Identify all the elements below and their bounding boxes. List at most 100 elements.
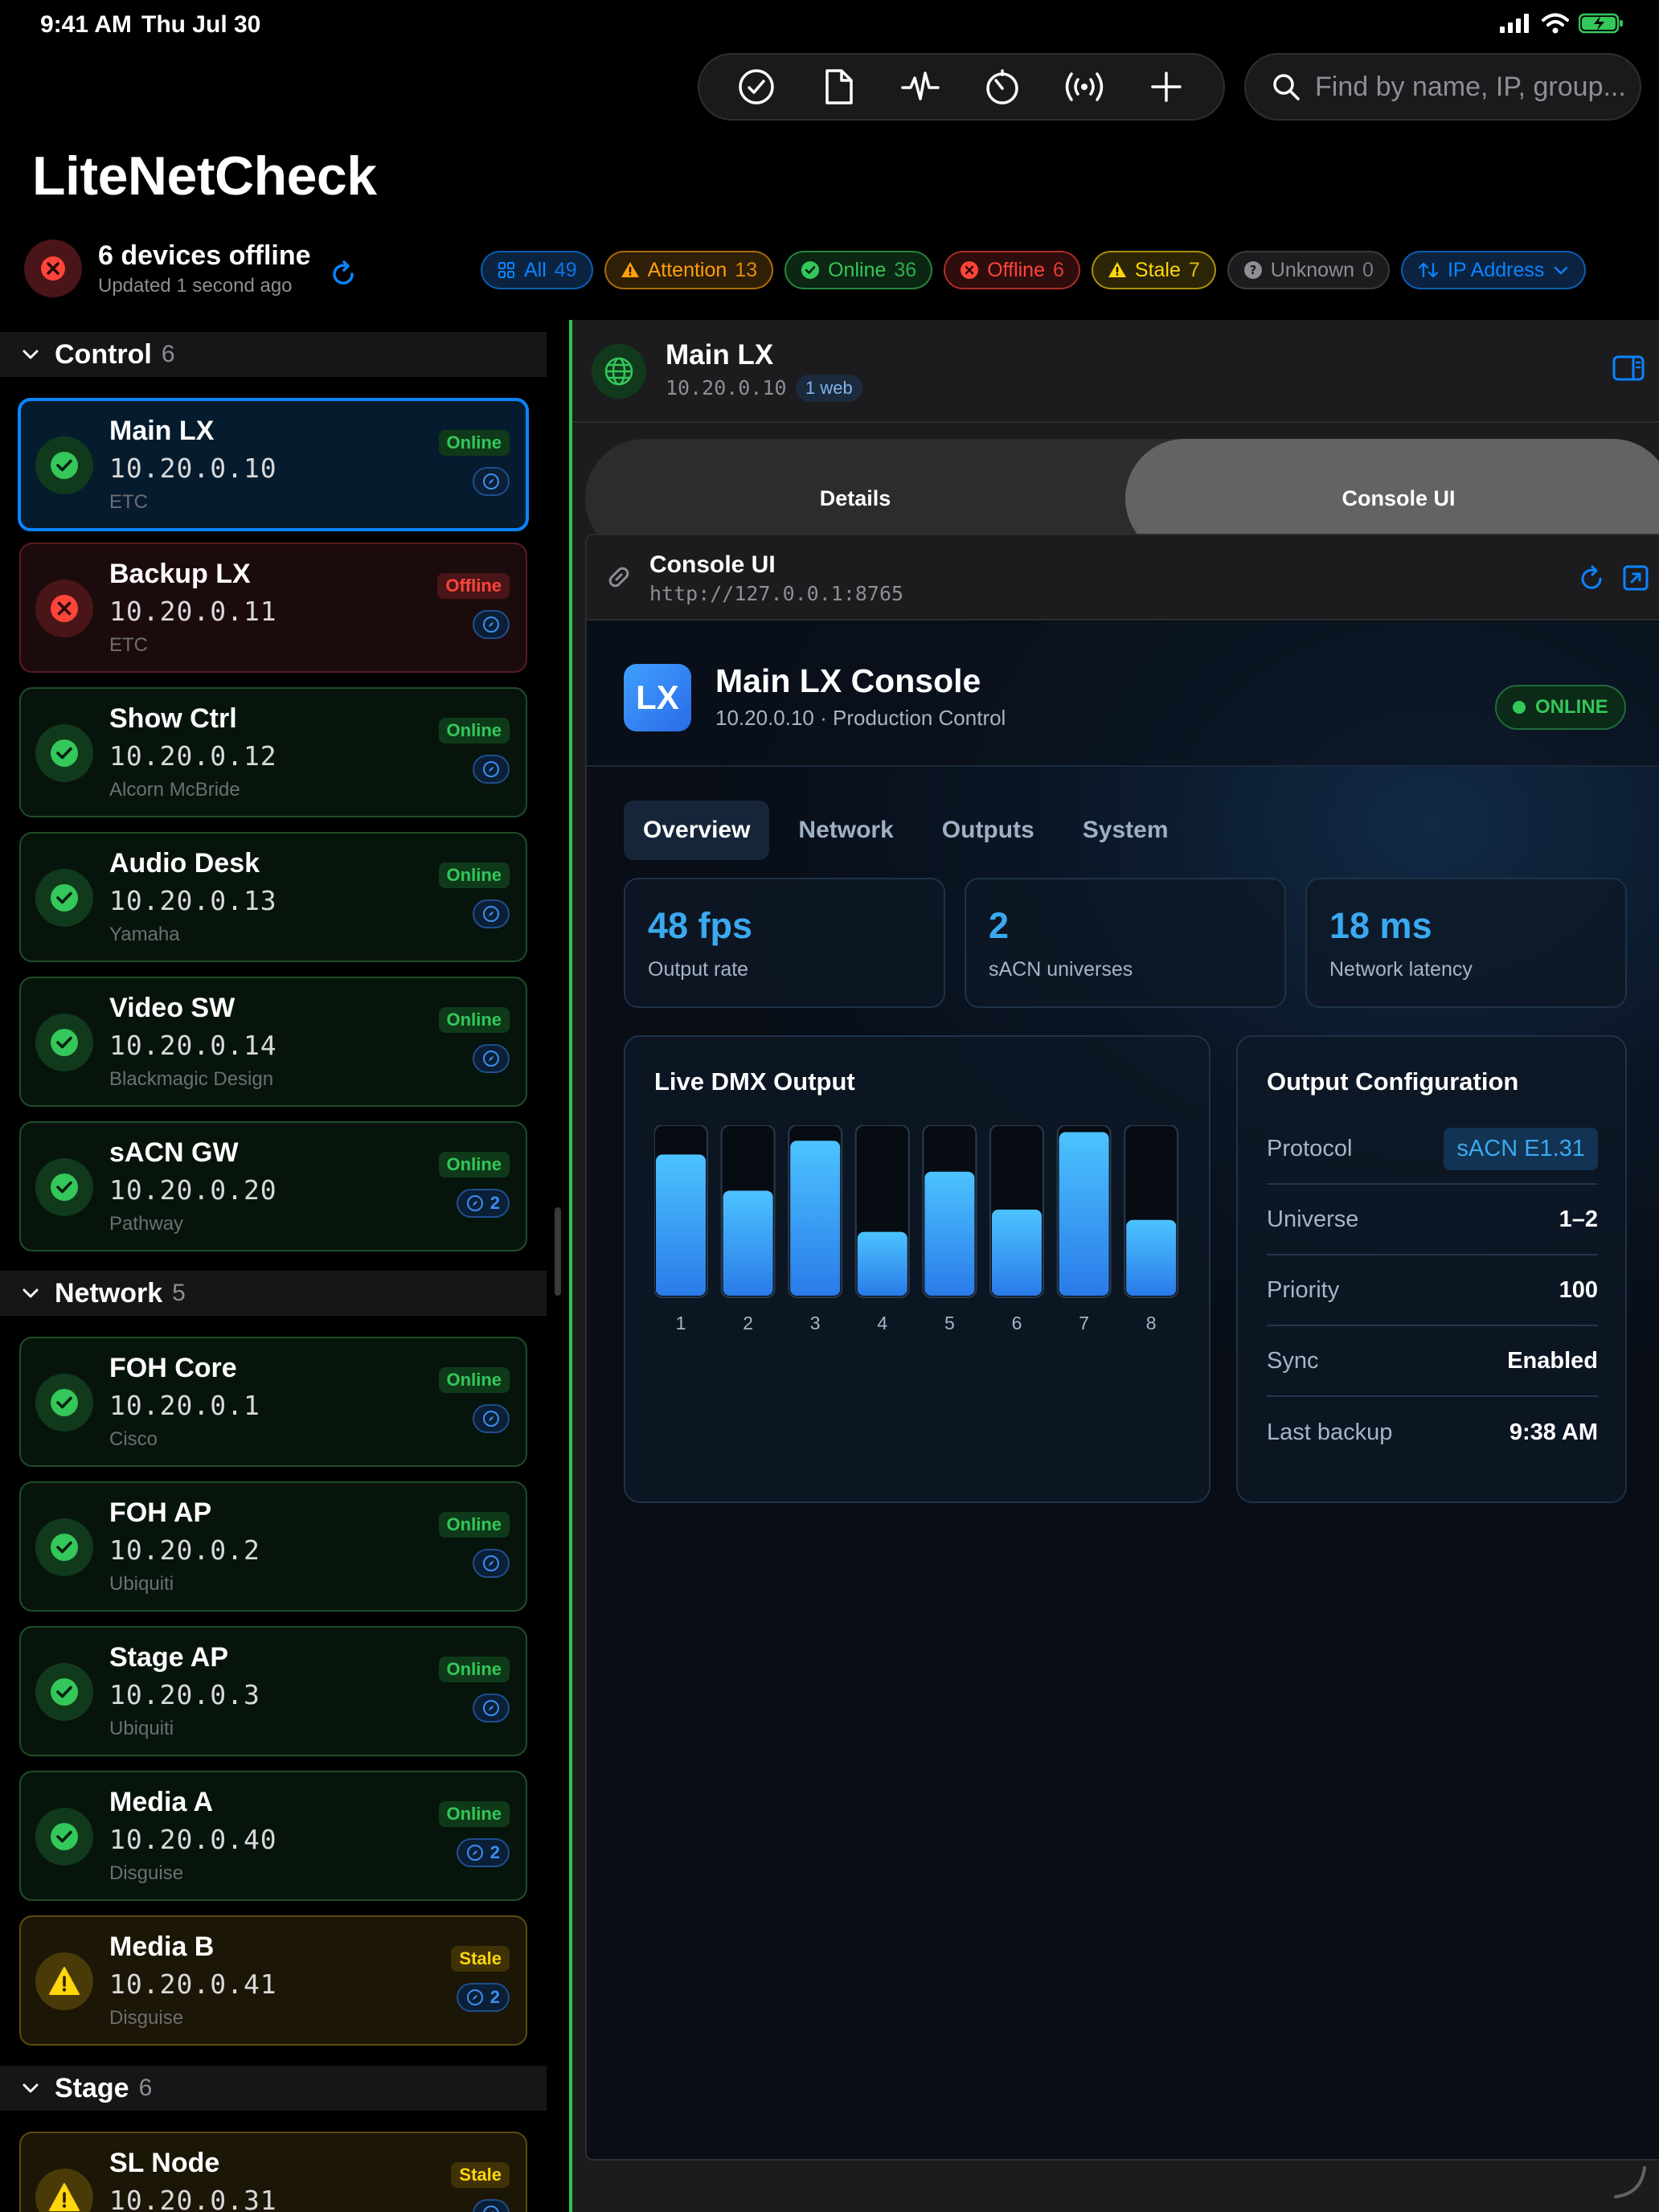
web-link-button[interactable] [473,1404,510,1433]
online-check-icon [35,1374,93,1432]
status-badge: Stale [451,2162,510,2188]
device-vendor: Alcorn McBride [109,779,240,801]
section-header-control[interactable]: Control 6 [0,332,547,377]
device-name: sACN GW [109,1137,239,1168]
filter-chip-offline[interactable]: Offline 6 [944,251,1080,289]
section-count: 6 [138,2075,153,2101]
device-card[interactable]: SL Node 10.20.0.31 Stale [19,2132,527,2212]
device-vendor: Cisco [109,1428,158,1450]
console-url: http://127.0.0.1:8765 [649,582,904,605]
stat-sacn-universes: 2 sACN universes [965,878,1286,1008]
config-value: 1–2 [1559,1206,1598,1232]
document-button[interactable] [813,61,864,113]
device-card[interactable]: FOH Core 10.20.0.1 Cisco Online [19,1337,527,1467]
device-ip: 10.20.0.1 [109,1390,260,1421]
filter-chip-stale[interactable]: Stale 7 [1091,251,1216,289]
device-card[interactable]: Video SW 10.20.0.14 Blackmagic Design Onlin… [19,977,527,1107]
refresh-button[interactable] [329,260,358,293]
web-tab-outputs[interactable]: Outputs [923,801,1054,860]
section-count: 6 [161,341,175,367]
config-row-sync: Sync Enabled [1267,1326,1598,1397]
filter-chip-unknown[interactable]: ? Unknown 0 [1227,251,1390,289]
open-external-button[interactable] [1622,564,1649,596]
web-link-button[interactable] [473,1694,510,1722]
dmx-channel-bar [992,1209,1042,1296]
search-field[interactable] [1244,53,1641,121]
web-link-button[interactable] [473,899,510,928]
web-link-button[interactable] [473,755,510,784]
reload-button[interactable] [1577,564,1606,597]
filter-count: 6 [1053,258,1064,281]
web-link-button[interactable] [473,467,510,496]
device-name: SL Node [109,2148,220,2178]
dmx-channel-label: 6 [1012,1313,1022,1333]
timer-button[interactable] [977,61,1028,113]
stale-warning-icon [35,1952,93,2010]
web-link-button[interactable]: 2 [456,1189,510,1218]
resize-grip-icon[interactable] [1609,2161,1648,2204]
add-device-button[interactable] [1141,61,1192,113]
web-header: LX Main LX Console 10.20.0.10 · Producti… [587,622,1659,767]
web-link-button[interactable] [473,1549,510,1578]
config-value: sACN E1.31 [1444,1127,1598,1170]
status-badge: Online [438,1512,510,1538]
device-card[interactable]: Media B 10.20.0.41 Disguise Stale 2 [19,1915,527,2046]
filter-label: Offline [987,258,1045,281]
web-link-button[interactable] [473,1044,510,1073]
status-bar: 9:41 AM Thu Jul 30 [0,0,1659,51]
dmx-channel-label: 8 [1146,1313,1157,1333]
stale-warning-icon [35,2169,93,2212]
filter-chip-online[interactable]: Online 36 [784,251,933,289]
device-card[interactable]: Media A 10.20.0.40 Disguise Online 2 [19,1771,527,1901]
scroll-handle[interactable] [555,1207,561,1296]
web-link-count: 2 [490,1987,500,2007]
waveform-button[interactable] [895,61,946,113]
compass-icon [482,1410,500,1428]
filter-chip-all[interactable]: All 49 [481,251,593,289]
section-header-network[interactable]: Network 5 [0,1271,547,1316]
broadcast-button[interactable] [1059,61,1110,113]
section-header-stage[interactable]: Stage 6 [0,2066,547,2111]
filter-label: All [524,258,547,281]
device-card[interactable]: Audio Desk 10.20.0.13 Yamaha Online [19,832,527,962]
web-link-button[interactable]: 2 [456,1838,510,1867]
device-vendor: Yamaha [109,924,180,945]
compass-icon [482,1555,500,1572]
console-address-bar: Console UI http://127.0.0.1:8765 [587,535,1659,621]
offline-status-icon [24,240,82,297]
offline-summary: 6 devices offline Updated 1 second ago [24,240,358,297]
filter-bar: All 49 Attention 13 Online 36 Offline 6 Stale 7 ? U… [481,251,1587,289]
check-icon [801,260,820,280]
reload-icon [1581,565,1602,589]
sidebar-toggle-button[interactable] [1612,355,1645,385]
web-link-button[interactable] [473,610,510,639]
web-tab-network[interactable]: Network [779,801,912,860]
dmx-output-card: Live DMX Output 1 2 3 4 5 6 7 8 [624,1035,1210,1503]
filter-count: 13 [735,258,758,281]
web-link-button[interactable]: 2 [456,1983,510,2012]
filter-count: 7 [1188,258,1200,281]
status-badge: Online [438,1367,510,1393]
device-card[interactable]: Show Ctrl 10.20.0.12 Alcorn McBride Online [19,687,527,817]
status-time: 9:41 AM [40,11,132,38]
device-card[interactable]: FOH AP 10.20.0.2 Ubiquiti Online [19,1481,527,1612]
filter-chip-attention[interactable]: Attention 13 [604,251,774,289]
status-badge: Online [438,1152,510,1178]
compass-icon [466,1989,484,2006]
device-card[interactable]: Stage AP 10.20.0.3 Ubiquiti Online [19,1626,527,1756]
globe-icon [592,344,646,399]
checkmark-circle-button[interactable] [731,61,782,113]
device-card[interactable]: Main LX 10.20.0.10 ETC Online [18,398,529,531]
search-input[interactable] [1315,71,1628,103]
device-vendor: ETC [109,491,148,513]
search-icon [1273,74,1300,100]
x-icon [960,260,979,280]
filter-chip-ip-address[interactable]: IP Address [1400,251,1587,289]
config-key: Priority [1267,1276,1340,1303]
web-link-button[interactable] [473,2199,510,2212]
device-ip: 10.20.0.12 [109,740,277,772]
web-tab-overview[interactable]: Overview [624,801,770,860]
device-card[interactable]: sACN GW 10.20.0.20 Pathway Online 2 [19,1121,527,1251]
device-card[interactable]: Backup LX 10.20.0.11 ETC Offline [19,543,527,673]
web-tab-system[interactable]: System [1063,801,1188,860]
